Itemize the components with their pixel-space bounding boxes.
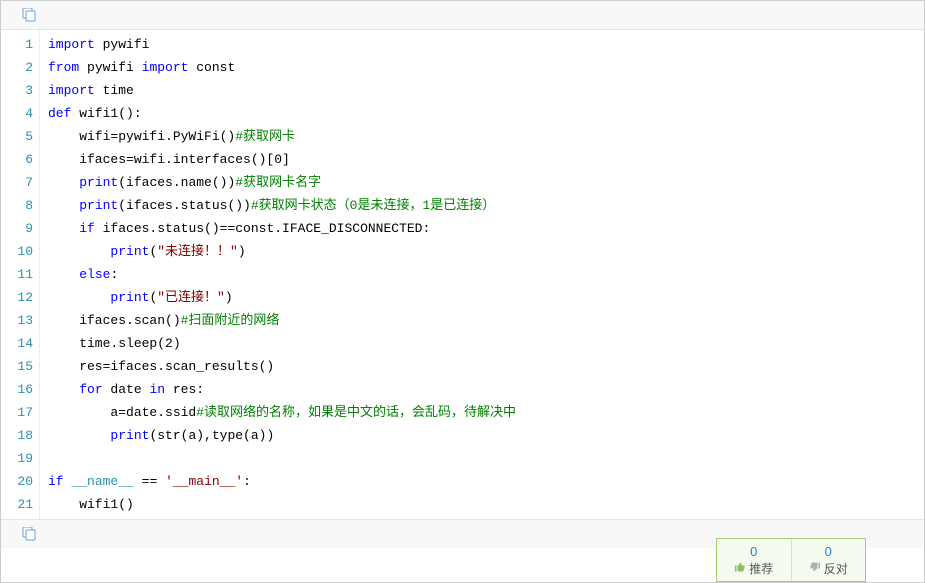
thumb-down-icon	[809, 561, 821, 576]
upvote-label: 推荐	[749, 560, 773, 577]
code-line: print("未连接！！")	[48, 240, 924, 263]
line-number: 13	[1, 309, 33, 332]
line-number: 10	[1, 240, 33, 263]
line-number: 11	[1, 263, 33, 286]
line-number: 5	[1, 125, 33, 148]
line-number: 8	[1, 194, 33, 217]
line-number: 16	[1, 378, 33, 401]
vote-box: 0 推荐 0 反对	[716, 538, 866, 582]
line-number: 20	[1, 470, 33, 493]
code-line: else:	[48, 263, 924, 286]
line-number: 6	[1, 148, 33, 171]
code-line: ifaces.scan()#扫面附近的网络	[48, 309, 924, 332]
code-area: 123456789101112131415161718192021 import…	[1, 30, 924, 519]
top-toolbar	[1, 1, 924, 30]
code-line: def wifi1():	[48, 102, 924, 125]
line-number: 4	[1, 102, 33, 125]
code-line: res=ifaces.scan_results()	[48, 355, 924, 378]
thumb-up-icon	[734, 561, 746, 576]
code-line	[48, 447, 924, 470]
code-line: import pywifi	[48, 33, 924, 56]
line-number: 15	[1, 355, 33, 378]
line-number: 14	[1, 332, 33, 355]
line-number: 3	[1, 79, 33, 102]
downvote-button[interactable]: 0 反对	[791, 539, 866, 581]
upvote-button[interactable]: 0 推荐	[717, 539, 791, 581]
code-line: wifi1()	[48, 493, 924, 516]
line-number: 9	[1, 217, 33, 240]
line-number: 12	[1, 286, 33, 309]
code-line: from pywifi import const	[48, 56, 924, 79]
upvote-count: 0	[750, 544, 757, 559]
code-snippet-container: 123456789101112131415161718192021 import…	[0, 0, 925, 583]
copy-icon[interactable]	[21, 527, 37, 541]
code-line: import time	[48, 79, 924, 102]
line-number: 7	[1, 171, 33, 194]
line-number: 21	[1, 493, 33, 516]
code-line: print(ifaces.name())#获取网卡名字	[48, 171, 924, 194]
line-number: 19	[1, 447, 33, 470]
code-line: print("已连接！")	[48, 286, 924, 309]
code-content: import pywififrom pywifi import constimp…	[40, 30, 924, 519]
code-line: ifaces=wifi.interfaces()[0]	[48, 148, 924, 171]
code-line: for date in res:	[48, 378, 924, 401]
code-line: a=date.ssid#读取网络的名称，如果是中文的话，会乱码，待解决中	[48, 401, 924, 424]
code-line: if ifaces.status()==const.IFACE_DISCONNE…	[48, 217, 924, 240]
code-line: time.sleep(2)	[48, 332, 924, 355]
line-number: 17	[1, 401, 33, 424]
line-number-gutter: 123456789101112131415161718192021	[1, 30, 40, 519]
downvote-label: 反对	[824, 560, 848, 577]
code-line: wifi=pywifi.PyWiFi()#获取网卡	[48, 125, 924, 148]
line-number: 18	[1, 424, 33, 447]
code-line: print(str(a),type(a))	[48, 424, 924, 447]
copy-icon[interactable]	[21, 8, 37, 22]
line-number: 2	[1, 56, 33, 79]
line-number: 1	[1, 33, 33, 56]
code-line: if __name__ == '__main__':	[48, 470, 924, 493]
code-line: print(ifaces.status())#获取网卡状态（0是未连接，1是已连…	[48, 194, 924, 217]
downvote-count: 0	[825, 544, 832, 559]
